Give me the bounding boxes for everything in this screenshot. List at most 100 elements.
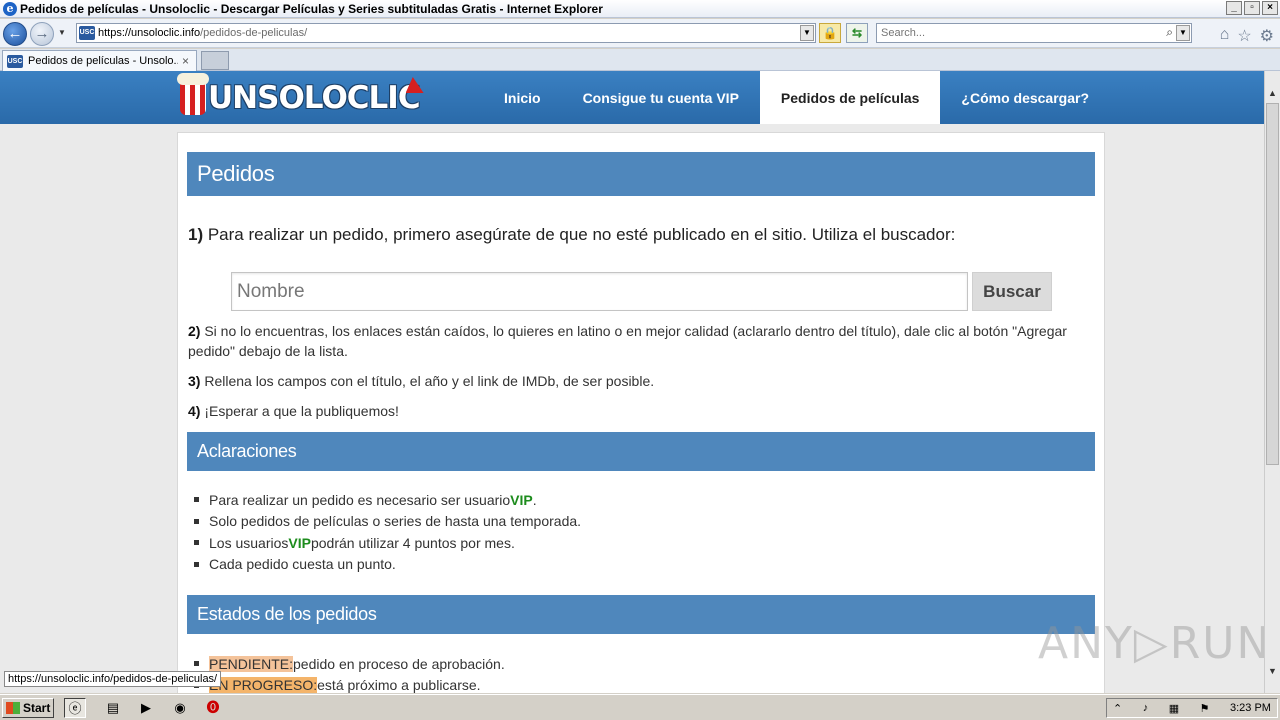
minimize-button[interactable]: _ (1226, 1, 1242, 15)
tab-close-icon[interactable]: × (182, 54, 189, 68)
vip-label: VIP (288, 534, 311, 551)
step-3: 3) Rellena los campos con el título, el … (188, 371, 654, 391)
windows-taskbar: Start ⓔ ▤ ▶ ◉ ⓿ ⌃ ♪ ▦ ⚑ 3:23 PM (0, 694, 1280, 720)
address-toolbar: ← → ▼ USC https://unsoloclic.info/pedido… (0, 19, 1280, 48)
back-button[interactable]: ← (3, 22, 27, 46)
taskbar-explorer-folder-icon[interactable]: ▤ (102, 698, 124, 718)
network-icon[interactable]: ▦ (1169, 702, 1179, 715)
item-text: Para realizar un pedido es necesario ser… (209, 491, 511, 508)
tab-pedidos[interactable]: USC Pedidos de películas - Unsolo... × (2, 50, 197, 71)
site-logo[interactable]: UNSOLOCLIC (177, 73, 424, 119)
list-item: Cada pedido cuesta un punto. (188, 554, 581, 576)
list-item: EN PROGRESO: está próximo a publicarse. (188, 675, 505, 693)
taskbar-ie-icon[interactable]: ⓔ (64, 698, 86, 718)
aclaraciones-list: Para realizar un pedido es necesario ser… (188, 489, 581, 575)
security-lock-icon[interactable]: 🔒 (819, 23, 841, 43)
address-dropdown-icon[interactable]: ▼ (800, 25, 814, 41)
page-title: Pedidos (187, 152, 1095, 196)
start-button[interactable]: Start (2, 698, 54, 718)
step-2-text: Si no lo encuentras, los enlaces están c… (188, 323, 1067, 359)
url-text[interactable]: https://unsoloclic.info/pedidos-de-pelic… (98, 27, 307, 39)
new-tab-button[interactable] (201, 51, 229, 70)
popcorn-icon (177, 73, 209, 115)
status-badge-pendiente: PENDIENTE: (209, 655, 294, 672)
search-dropdown-icon[interactable]: ▼ (1176, 25, 1190, 41)
start-label: Start (23, 701, 51, 715)
step-1: 1) Para realizar un pedido, primero aseg… (188, 225, 955, 245)
step-2: 2) Si no lo encuentras, los enlaces está… (188, 321, 1088, 361)
search-icon[interactable]: ⌕ (1166, 25, 1173, 40)
tab-label: Pedidos de películas - Unsolo... (28, 55, 178, 67)
search-input[interactable] (877, 24, 1157, 42)
site-favicon-icon: USC (79, 26, 95, 40)
taskbar-opera-icon[interactable]: ⓿ (202, 698, 224, 718)
status-url-tooltip: https://unsoloclic.info/pedidos-de-pelic… (4, 671, 222, 687)
step-2-number: 2) (188, 323, 201, 339)
main-nav: Inicio Consigue tu cuenta VIP Pedidos de… (483, 71, 1110, 124)
aclaraciones-heading: Aclaraciones (187, 432, 1095, 471)
item-text: . (532, 491, 537, 508)
forward-button[interactable]: → (30, 22, 54, 46)
main-content: Pedidos 1) Para realizar un pedido, prim… (177, 132, 1105, 693)
close-window-button[interactable]: × (1262, 1, 1278, 15)
vip-label: VIP (510, 491, 533, 508)
tools-gear-icon[interactable]: ⚙ (1260, 26, 1274, 46)
item-text: Solo pedidos de películas o series de ha… (209, 513, 582, 530)
favorites-star-icon[interactable]: ☆ (1237, 26, 1251, 46)
step-3-text: Rellena los campos con el título, el año… (200, 373, 655, 389)
window-title-bar: e Pedidos de películas - Unsoloclic - De… (0, 0, 1280, 18)
back-arrow-icon: ← (7, 25, 23, 42)
nav-pedidos[interactable]: Pedidos de películas (759, 71, 941, 124)
request-search-form: Buscar (231, 272, 1052, 311)
logo-text: UNSOLOCLIC (208, 80, 421, 116)
estados-heading: Estados de los pedidos (187, 595, 1095, 634)
taskbar-chrome-icon[interactable]: ◉ (169, 698, 191, 718)
scroll-down-icon[interactable]: ▼ (1265, 663, 1280, 679)
taskbar-media-player-icon[interactable]: ▶ (135, 698, 157, 718)
nombre-search-input[interactable] (231, 272, 968, 311)
step-1-number: 1) (188, 225, 204, 244)
volume-icon[interactable]: ♪ (1143, 702, 1149, 714)
list-item: Los usuarios VIP podrán utilizar 4 punto… (188, 532, 581, 554)
step-1-text: Para realizar un pedido, primero asegúra… (203, 225, 956, 244)
vertical-scrollbar[interactable]: ▲ ▼ (1264, 71, 1280, 693)
toolbar-icons: ⌂ ☆ ⚙ (1220, 26, 1274, 46)
estados-list: PENDIENTE: pedido en proceso de aprobaci… (188, 653, 505, 693)
action-center-flag-icon[interactable]: ⚑ (1200, 702, 1210, 715)
anyrun-watermark: ANY▷RUN (1038, 618, 1264, 669)
step-4: 4) ¡Esperar a que la publiquemos! (188, 401, 399, 421)
buscar-button[interactable]: Buscar (972, 272, 1052, 311)
system-tray: ⌃ ♪ ▦ ⚑ 3:23 PM (1106, 698, 1278, 718)
nav-cuenta-vip[interactable]: Consigue tu cuenta VIP (562, 71, 760, 124)
windows-logo-icon (6, 702, 20, 714)
list-item: PENDIENTE: pedido en proceso de aprobaci… (188, 653, 505, 675)
window-title: Pedidos de películas - Unsoloclic - Desc… (20, 1, 603, 16)
address-bar[interactable]: USC https://unsoloclic.info/pedidos-de-p… (76, 23, 816, 43)
site-header: UNSOLOCLIC Inicio Consigue tu cuenta VIP… (0, 71, 1264, 124)
tab-bar: USC Pedidos de películas - Unsolo... × (0, 49, 1280, 71)
scroll-thumb[interactable] (1266, 103, 1279, 465)
tab-favicon-icon: USC (7, 54, 23, 68)
item-text: está próximo a publicarse. (317, 677, 481, 693)
window-controls: _ ▫ × (1226, 1, 1278, 15)
url-path: /pedidos-de-peliculas/ (200, 27, 308, 39)
search-box[interactable]: ⌕ ▼ (876, 23, 1192, 43)
internet-explorer-icon: e (3, 1, 17, 16)
item-text: pedido en proceso de aprobación. (293, 655, 505, 672)
scroll-up-icon[interactable]: ▲ (1265, 85, 1280, 101)
item-text: Cada pedido cuesta un punto. (209, 556, 396, 573)
step-4-text: ¡Esperar a que la publiquemos! (200, 403, 399, 419)
recent-pages-dropdown-icon[interactable]: ▼ (58, 28, 66, 37)
clock[interactable]: 3:23 PM (1230, 702, 1271, 714)
item-text: podrán utilizar 4 puntos por mes. (310, 534, 515, 551)
step-3-number: 3) (188, 373, 201, 389)
item-text: Los usuarios (209, 534, 289, 551)
compatibility-refresh-icon[interactable]: ⇆ (846, 23, 868, 43)
nav-inicio[interactable]: Inicio (483, 71, 562, 124)
list-item: Solo pedidos de películas o series de ha… (188, 511, 581, 533)
tray-expand-icon[interactable]: ⌃ (1113, 702, 1122, 715)
restore-button[interactable]: ▫ (1244, 1, 1260, 15)
nav-como-descargar[interactable]: ¿Cómo descargar? (940, 71, 1110, 124)
list-item: Para realizar un pedido es necesario ser… (188, 489, 581, 511)
home-icon[interactable]: ⌂ (1220, 26, 1230, 46)
